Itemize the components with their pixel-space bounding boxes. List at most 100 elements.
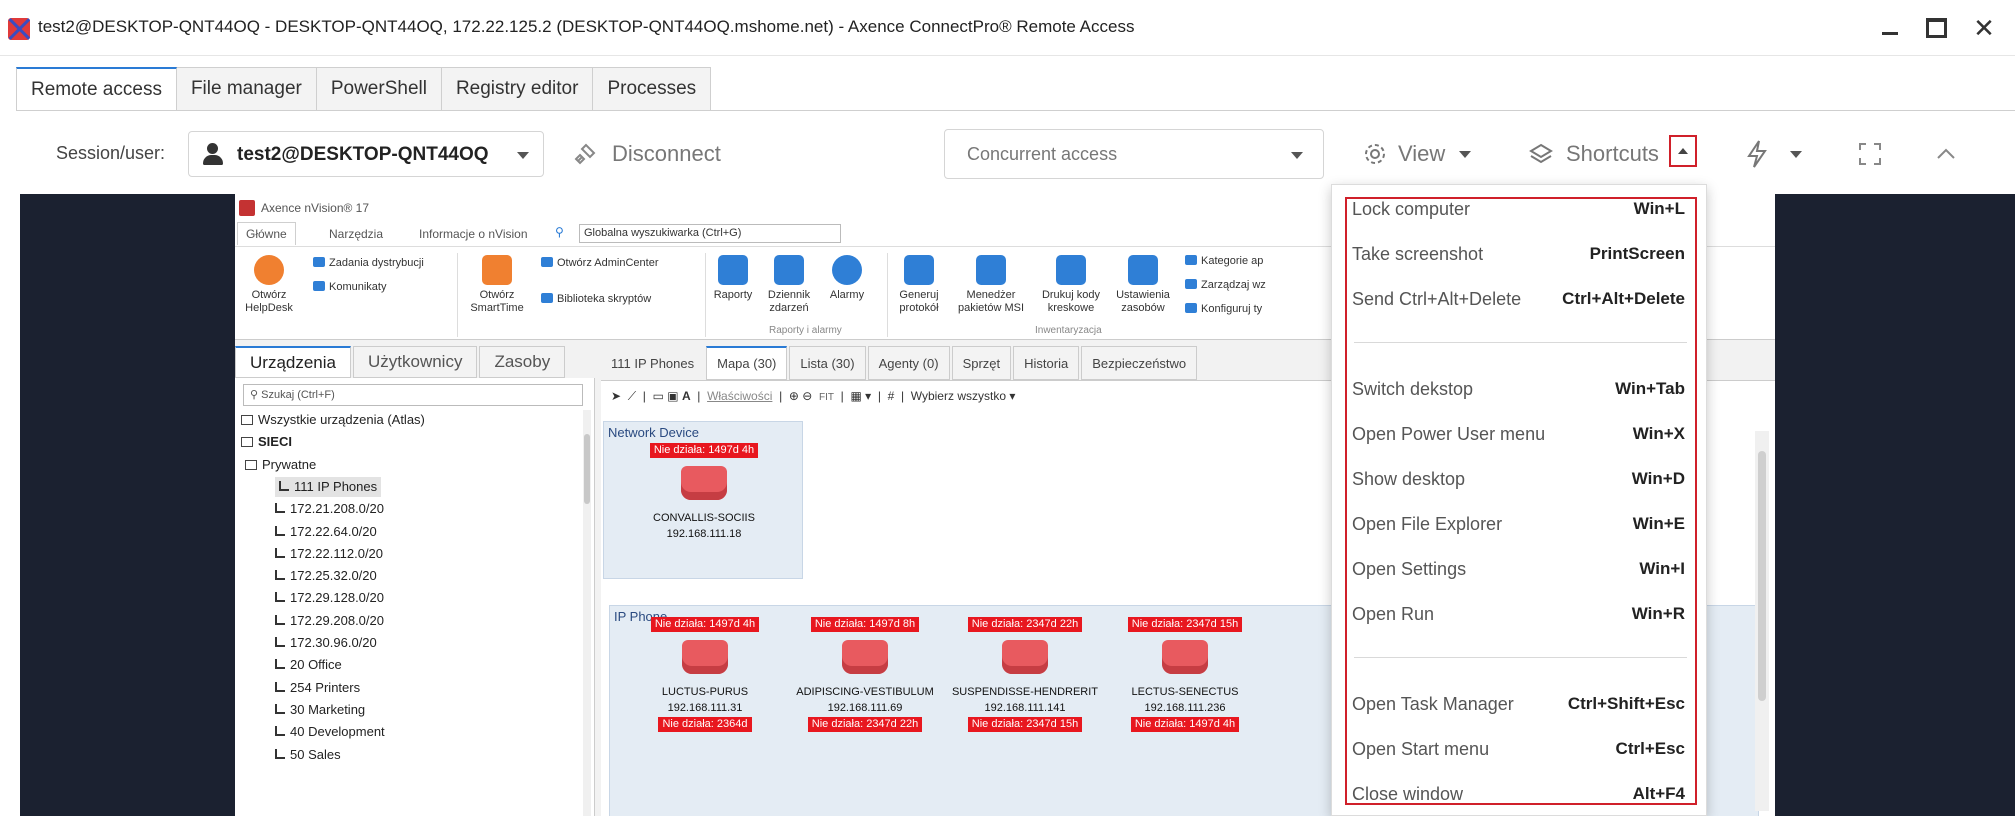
ribbon-biblioteka[interactable]: Biblioteka skryptów (541, 293, 651, 305)
device-tree-scrollbar[interactable] (583, 410, 591, 816)
ribbon-komunikaty[interactable]: Komunikaty (313, 281, 386, 293)
shortcut-item[interactable]: Lock computer Win+L (1352, 195, 1685, 221)
hash-icon[interactable]: # (888, 389, 895, 403)
ip-phone-device[interactable]: Nie działa: 1497d 8h ADIPISCING-VESTIBULU… (790, 616, 940, 732)
tree-item[interactable]: Wszystkie urządzenia (Atlas) (241, 410, 425, 430)
device-ip: 192.168.111.141 (984, 702, 1066, 714)
map-group-network[interactable]: Network Device Nie działa: 1497d 4h CONV… (603, 421, 803, 579)
zoom-in-icon[interactable]: ⊕ (789, 389, 799, 403)
remote-tab-zasoby[interactable]: Zasoby (479, 346, 566, 378)
ribbon-generuj-button[interactable]: Generuj protokół (889, 255, 949, 315)
ribbon-menedzer-button[interactable]: Menedżer pakietów MSI (949, 255, 1033, 315)
tree-item[interactable]: 254 Printers (275, 678, 360, 698)
tab-registry-editor[interactable]: Registry editor (441, 67, 594, 111)
shortcut-item[interactable]: Open Settings Win+I (1352, 555, 1685, 581)
shortcut-item[interactable]: Open Run Win+R (1352, 600, 1685, 626)
pointer-icon[interactable]: ➤ (611, 389, 621, 403)
network-icon (275, 637, 285, 647)
maximize-button[interactable] (1918, 12, 1954, 44)
remote-menu-glowne[interactable]: Główne (237, 222, 296, 245)
network-device[interactable]: Nie działa: 1497d 4h CONVALLIS-SOCIIS 19… (629, 442, 779, 542)
ribbon-raporty-button[interactable]: Raporty (705, 255, 761, 302)
map-fit[interactable]: FIT (819, 392, 834, 403)
ribbon-admincenter[interactable]: Otwórz AdminCenter (541, 257, 658, 269)
tree-item[interactable]: SIECI (241, 432, 292, 452)
tree-item[interactable]: 172.25.32.0/20 (275, 566, 377, 586)
shortcut-item[interactable]: Show desktop Win+D (1352, 465, 1685, 491)
shortcut-item[interactable]: Open File Explorer Win+E (1352, 510, 1685, 536)
remote-tab-urzadzenia[interactable]: Urządzenia (235, 346, 351, 378)
tree-item[interactable]: 50 Sales (275, 745, 341, 765)
shortcut-item[interactable]: Send Ctrl+Alt+Delete Ctrl+Alt+Delete (1352, 285, 1685, 311)
session-select[interactable]: test2@DESKTOP-QNT44OQ (188, 131, 544, 177)
actions-button[interactable] (1744, 133, 1802, 175)
window-title: test2@DESKTOP-QNT44OQ - DESKTOP-QNT44OQ,… (38, 17, 1135, 36)
tab-remote-access[interactable]: Remote access (16, 67, 177, 111)
tree-item[interactable]: 172.29.128.0/20 (275, 588, 384, 608)
shortcut-item[interactable]: Switch dekstop Win+Tab (1352, 375, 1685, 401)
shortcuts-button[interactable]: Shortcuts (1528, 133, 1659, 175)
device-search-input[interactable]: ⚲ Szukaj (Ctrl+F) (243, 384, 583, 406)
ribbon-ustawienia-button[interactable]: Ustawienia zasobów (1107, 255, 1179, 315)
ribbon-konfiguruj[interactable]: Konfiguruj ty (1185, 303, 1262, 315)
tree-item[interactable]: Prywatne (245, 455, 316, 475)
ribbon-drukuj-button[interactable]: Drukuj kody kreskowe (1035, 255, 1107, 315)
shortcut-item[interactable]: Open Power User menu Win+X (1352, 420, 1685, 446)
shortcut-item[interactable]: Close window Alt+F4 (1352, 780, 1685, 806)
device-search-placeholder: Szukaj (Ctrl+F) (261, 389, 335, 401)
ribbon-dziennik-button[interactable]: Dziennik zdarzeń (759, 255, 819, 315)
tree-item[interactable]: 40 Development (275, 722, 385, 742)
zoom-out-icon[interactable]: ⊖ (802, 389, 812, 403)
minimize-button[interactable] (1872, 12, 1908, 44)
ribbon-zadania[interactable]: Zadania dystrybucji (313, 257, 424, 269)
map-tab-bezpieczenstwo[interactable]: Bezpieczeństwo (1081, 346, 1198, 380)
tree-item[interactable]: 30 Marketing (275, 700, 365, 720)
tab-file-manager[interactable]: File manager (176, 67, 317, 111)
ribbon-zarzadzaj[interactable]: Zarządzaj wz (1185, 279, 1266, 291)
tree-item[interactable]: 172.22.112.0/20 (275, 544, 383, 564)
ip-phone-device[interactable]: Nie działa: 1497d 4h LUCTUS-PURUS 192.168.… (630, 616, 780, 732)
shortcut-item[interactable]: Open Task Manager Ctrl+Shift+Esc (1352, 690, 1685, 716)
menu-separator (1354, 342, 1687, 343)
map-scrollbar[interactable] (1755, 431, 1769, 811)
ip-phone-device[interactable]: Nie działa: 2347d 22h SUSPENDISSE-HENDRER… (950, 616, 1100, 732)
remote-global-search[interactable]: Globalna wyszukiwarka (Ctrl+G) (579, 224, 841, 243)
shortcut-item[interactable]: Open Start menu Ctrl+Esc (1352, 735, 1685, 761)
map-tab-sprzet[interactable]: Sprzęt (951, 346, 1012, 380)
map-tab-mapa[interactable]: Mapa (30) (706, 346, 788, 380)
collapse-toolbar-button[interactable] (1934, 133, 1958, 175)
tree-item[interactable]: 111 IP Phones (275, 476, 382, 497)
map-tab-lista[interactable]: Lista (30) (789, 346, 866, 380)
disconnect-button[interactable]: Disconnect (572, 133, 721, 175)
ribbon-alarmy-button[interactable]: Alarmy (819, 255, 875, 302)
ip-phone-device[interactable]: Nie działa: 2347d 15h LECTUS-SENECTUS 192.… (1110, 616, 1260, 732)
remote-menu-narzedzia[interactable]: Narzędzia (329, 227, 383, 241)
tab-powershell[interactable]: PowerShell (316, 67, 442, 111)
fullscreen-button[interactable] (1858, 133, 1882, 175)
status-badge: Nie działa: 2347d 15h (967, 717, 1083, 732)
grid-icon[interactable]: ▦ (850, 389, 861, 403)
tree-item[interactable]: 20 Office (275, 655, 342, 675)
gear-icon (1362, 141, 1388, 167)
tree-item[interactable]: 172.22.64.0/20 (275, 522, 377, 542)
access-mode-select[interactable]: Concurrent access (944, 129, 1324, 179)
tree-item[interactable]: 172.29.208.0/20 (275, 611, 384, 631)
shortcuts-dropdown-toggle[interactable] (1669, 135, 1697, 167)
remote-menu-informacje[interactable]: Informacje o nVision (419, 227, 528, 241)
remote-tab-uzytkownicy[interactable]: Użytkownicy (353, 346, 478, 378)
remote-desktop-view[interactable]: Axence nVision® 17 Główne Narzędzia Info… (20, 194, 2015, 816)
shortcut-item[interactable]: Take screenshot PrintScreen (1352, 240, 1685, 266)
ip-phone-icon (682, 640, 728, 674)
view-button[interactable]: View (1362, 133, 1472, 175)
ribbon-helpdesk-button[interactable]: Otwórz HelpDesk (237, 255, 301, 315)
tree-item[interactable]: 172.21.208.0/20 (275, 499, 384, 519)
map-properties[interactable]: Właściwości (707, 389, 772, 403)
map-select-all[interactable]: Wybierz wszystko (911, 389, 1006, 403)
ribbon-smarttime-button[interactable]: Otwórz SmartTime (465, 255, 529, 315)
map-tab-agenty[interactable]: Agenty (0) (867, 346, 950, 380)
tab-processes[interactable]: Processes (593, 67, 712, 111)
ribbon-kategorie[interactable]: Kategorie ap (1185, 255, 1263, 267)
map-tab-historia[interactable]: Historia (1013, 346, 1080, 380)
tree-item[interactable]: 172.30.96.0/20 (275, 633, 377, 653)
close-button[interactable]: ✕ (1966, 12, 2002, 44)
